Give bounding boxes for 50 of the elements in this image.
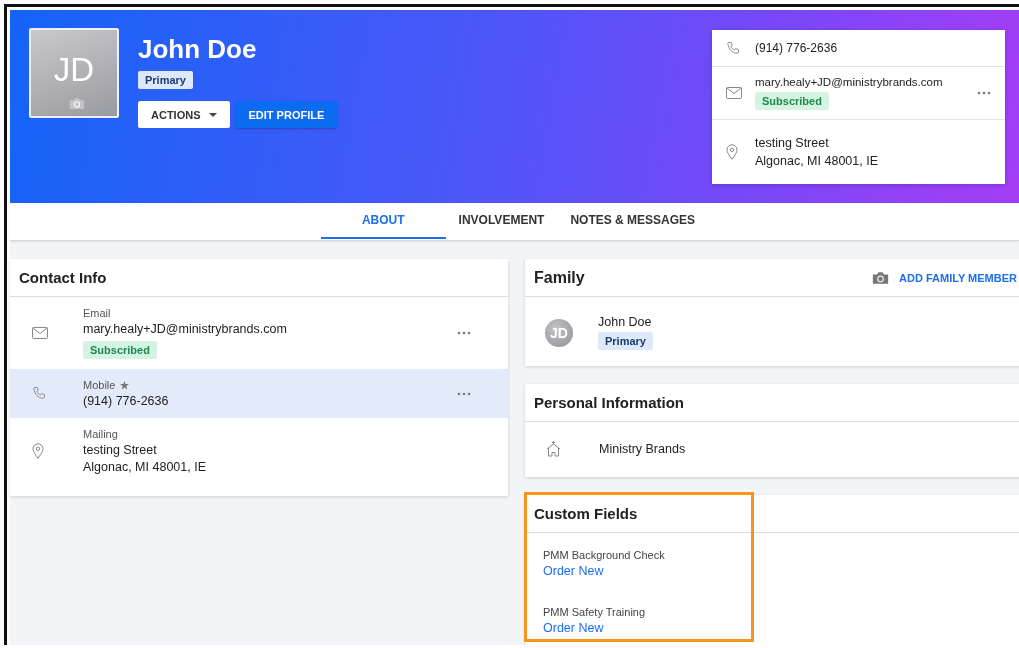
- primary-badge: Primary: [138, 71, 193, 89]
- field-value: mary.healy+JD@ministrybrands.com: [83, 322, 288, 336]
- address-line: Algonac, MI 48001, IE: [755, 154, 879, 168]
- contact-row[interactable]: Mobile (914) 776-2636: [10, 369, 508, 418]
- email-address: mary.healy+JD@ministrybrands.com: [755, 76, 944, 88]
- mail-icon: [726, 87, 742, 99]
- field-label: PMM Safety Training: [543, 606, 647, 618]
- more-options-icon[interactable]: [457, 391, 471, 396]
- tab[interactable]: NOTES & MESSAGES: [557, 203, 709, 239]
- order-new-link[interactable]: Order New: [543, 621, 604, 635]
- contact-row[interactable]: Mailing testing Street Algonac, MI 48001, IE: [10, 418, 508, 484]
- address-line: testing Street: [755, 136, 830, 150]
- field-label: Email: [83, 307, 111, 319]
- location-pin-icon: [726, 144, 738, 160]
- field-value: (914) 776-2636: [83, 394, 170, 408]
- field-value: testing Street: [83, 443, 158, 457]
- primary-badge: Primary: [598, 332, 653, 350]
- profile-name: John Doe: [138, 34, 257, 64]
- member-name: John Doe: [598, 315, 652, 329]
- camera-icon[interactable]: [872, 270, 890, 285]
- more-options-icon[interactable]: [977, 91, 991, 95]
- order-new-link[interactable]: Order New: [543, 564, 604, 578]
- tab[interactable]: ABOUT: [320, 203, 446, 239]
- avatar-initials: JD: [53, 51, 95, 89]
- phone-icon: [726, 40, 741, 56]
- card-title: Custom Fields: [534, 505, 638, 522]
- field-label: PMM Background Check: [543, 549, 666, 561]
- more-options-icon[interactable]: [457, 331, 471, 335]
- subscribed-badge: Subscribed: [755, 92, 829, 110]
- location-pin-icon: [32, 443, 44, 459]
- contact-row[interactable]: Email mary.healy+JD@ministrybrands.com Subscribed: [10, 297, 508, 369]
- card-title: Personal Information: [534, 394, 685, 411]
- tab[interactable]: INVOLVEMENT: [445, 203, 558, 239]
- field-value: Algonac, MI 48001, IE: [83, 460, 207, 474]
- edit-profile-button[interactable]: EDIT PROFILE: [235, 101, 338, 128]
- actions-button[interactable]: ACTIONS: [138, 101, 230, 128]
- field-label: Mailing: [83, 428, 118, 440]
- church-icon: [545, 440, 562, 457]
- mail-icon: [32, 327, 48, 339]
- phone-icon: [32, 386, 47, 401]
- field-label: Mobile: [83, 379, 116, 391]
- add-family-member-button[interactable]: ADD FAMILY MEMBER: [899, 271, 1017, 284]
- phone-number: (914) 776-2636: [755, 41, 839, 55]
- card-title: Contact Info: [19, 269, 107, 286]
- subscribed-badge: Subscribed: [83, 341, 157, 359]
- card-title: Family: [534, 268, 585, 287]
- camera-icon[interactable]: [69, 97, 85, 110]
- field-value: Ministry Brands: [599, 441, 686, 456]
- member-avatar: JD: [545, 318, 573, 347]
- caret-icon: [208, 112, 217, 117]
